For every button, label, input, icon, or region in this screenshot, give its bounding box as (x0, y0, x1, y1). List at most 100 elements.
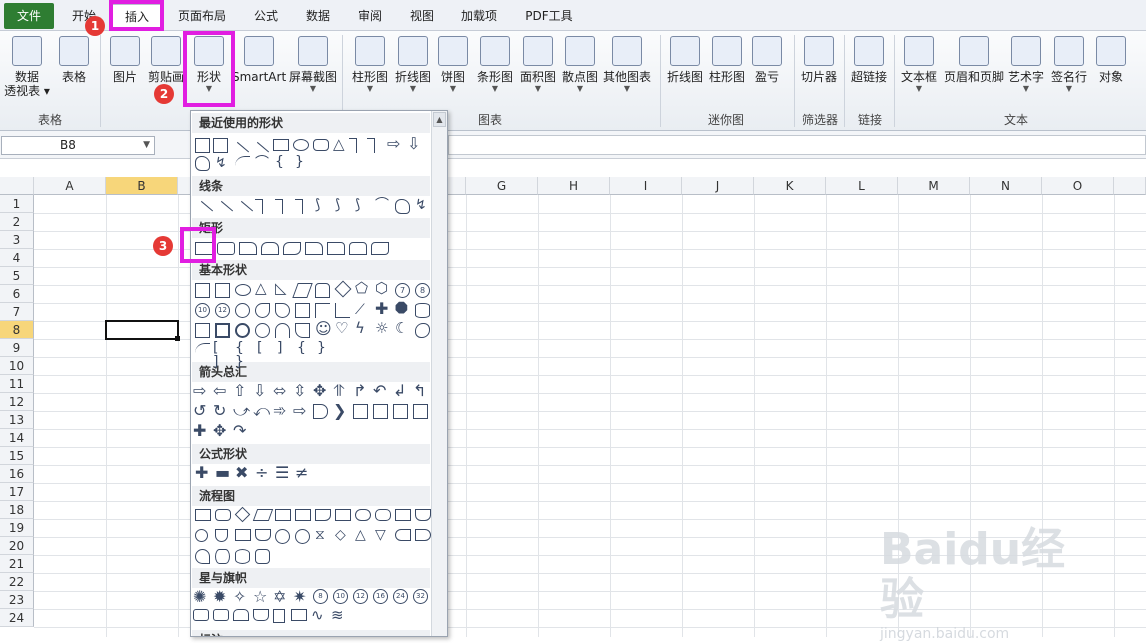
hyperlink-button[interactable]: 超链接 (848, 33, 890, 107)
pie-chart-button[interactable]: 饼图 ▼ (436, 33, 470, 107)
rectangle-shape-icon[interactable] (273, 139, 289, 151)
tab-data[interactable]: 数据 (296, 5, 340, 27)
scribble-shape-icon[interactable]: ↯ (415, 198, 430, 213)
quad-arrow-shape-icon[interactable]: ✥ (313, 383, 328, 399)
left-right-arrow-shape-icon[interactable]: ⬄ (273, 383, 288, 399)
object-button[interactable]: 对象 (1094, 33, 1128, 107)
down-arrow-callout-shape-icon[interactable] (373, 404, 388, 419)
curve-shape-icon[interactable]: ⌒ (375, 198, 390, 213)
curved-up-arrow-shape-icon[interactable]: ⤻ (233, 403, 250, 419)
curved-left-arrow-shape-icon[interactable]: ↻ (213, 403, 228, 419)
lightning-bolt-shape-icon[interactable]: ϟ (355, 321, 370, 336)
signature-button[interactable]: 签名行 ▼ (1048, 33, 1090, 107)
elbow-connector-shape-icon[interactable] (349, 138, 357, 153)
rounded-rectangle-shape-icon[interactable] (313, 139, 329, 151)
table-button[interactable]: 表格 (54, 33, 94, 107)
scatter-chart-button[interactable]: 散点图 ▼ (560, 33, 600, 107)
magnetic-disk-shape-icon[interactable] (215, 549, 230, 564)
multiply-shape-icon[interactable]: ✖ (235, 465, 250, 481)
other-charts-button[interactable]: 其他图表 ▼ (602, 33, 652, 107)
or-shape-icon[interactable] (295, 529, 310, 544)
circular-arrow-shape-icon[interactable]: ✥ (213, 423, 228, 439)
sort-shape-icon[interactable]: ◇ (335, 528, 350, 543)
bar-chart-button[interactable]: 条形图 ▼ (474, 33, 516, 107)
curved-right-arrow-shape-icon[interactable]: ↺ (193, 403, 208, 419)
extract-shape-icon[interactable]: △ (355, 528, 370, 543)
32-point-star-shape-icon[interactable]: 32 (413, 589, 428, 604)
right-bracket-shape-icon[interactable]: ] (277, 341, 292, 356)
text-box-shape-icon[interactable] (195, 138, 210, 153)
curved-arrow-connector-shape-icon[interactable]: ⟆ (335, 198, 350, 213)
tab-page-layout[interactable]: 页面布局 (170, 5, 234, 27)
notched-right-arrow-shape-icon[interactable]: ⇨ (293, 403, 308, 419)
dodecagon-shape-icon[interactable]: 12 (215, 303, 230, 318)
sparkline-column-button[interactable]: 柱形图 (706, 33, 748, 107)
quad-arrow-callout-shape-icon[interactable]: ✚ (193, 423, 208, 439)
24-point-star-shape-icon[interactable]: 24 (393, 589, 408, 604)
donut-shape-icon[interactable] (235, 323, 250, 338)
cloud-shape-icon[interactable] (195, 156, 210, 171)
double-wave-shape-icon[interactable]: ≋ (331, 608, 346, 623)
column-header[interactable]: I (610, 177, 682, 195)
round-same-side-rectangle-shape-icon[interactable] (349, 242, 367, 255)
16-point-star-shape-icon[interactable]: 16 (373, 589, 388, 604)
elbow-arrow-connector-shape-icon[interactable] (367, 138, 375, 153)
row-header[interactable]: 18 (0, 501, 34, 519)
row-header[interactable]: 19 (0, 519, 34, 537)
cube-shape-icon[interactable] (195, 323, 210, 338)
diagonal-stripe-shape-icon[interactable]: ⟋ (355, 303, 370, 318)
row-header[interactable]: 4 (0, 249, 34, 267)
manual-input-shape-icon[interactable] (395, 509, 411, 521)
7-point-star-shape-icon[interactable]: ✷ (293, 589, 308, 605)
tab-file[interactable]: 文件 (4, 3, 54, 29)
tab-addins[interactable]: 加载项 (452, 5, 506, 27)
data-shape-icon[interactable] (252, 509, 274, 521)
column-header[interactable]: M (898, 177, 970, 195)
row-header[interactable]: 21 (0, 555, 34, 573)
line-chart-button[interactable]: 折线图 ▼ (392, 33, 434, 107)
octagon-shape-icon[interactable]: 8 (415, 283, 430, 298)
text-box-shape-icon[interactable] (195, 283, 210, 298)
round-corner-rectangle-shape-icon[interactable] (327, 242, 345, 255)
row-header[interactable]: 16 (0, 465, 34, 483)
process-shape-icon[interactable] (195, 509, 211, 521)
textbox-button[interactable]: 文本框 ▼ (898, 33, 940, 107)
10-point-star-shape-icon[interactable]: 10 (333, 589, 348, 604)
connector-shape-icon[interactable] (195, 529, 208, 542)
circle-arrow-shape-icon[interactable]: ↷ (233, 423, 248, 439)
wordart-button[interactable]: 艺术字 ▼ (1006, 33, 1046, 107)
active-cell-b8[interactable] (105, 320, 179, 340)
fill-handle[interactable] (175, 336, 180, 341)
can-shape-icon[interactable] (415, 303, 430, 318)
tab-review[interactable]: 审阅 (348, 5, 392, 27)
up-arrow-shape-icon[interactable]: ⇧ (233, 383, 248, 399)
snip-diagonal-rectangle-shape-icon[interactable] (283, 242, 301, 255)
chord-shape-icon[interactable] (255, 303, 270, 318)
hexagon-shape-icon[interactable]: ⬡ (375, 281, 390, 296)
double-bracket-shape-icon[interactable]: [ ] (213, 341, 228, 369)
not-equal-shape-icon[interactable]: ≠ (295, 465, 310, 481)
screenshot-button[interactable]: 屏幕截图 ▼ (288, 33, 338, 107)
snip-round-rectangle-shape-icon[interactable] (305, 242, 323, 255)
rounded-rectangle-shape-icon[interactable] (217, 242, 235, 255)
off-page-connector-shape-icon[interactable] (215, 529, 228, 542)
parallelogram-shape-icon[interactable] (292, 283, 313, 298)
up-arrow-callout-shape-icon[interactable] (413, 404, 428, 419)
pentagon-shape-icon[interactable]: ⬠ (355, 281, 370, 296)
trapezoid-shape-icon[interactable] (315, 283, 330, 298)
elbow-double-arrow-shape-icon[interactable] (295, 199, 303, 214)
column-header[interactable]: N (970, 177, 1042, 195)
row-header[interactable]: 1 (0, 195, 34, 213)
collate-shape-icon[interactable]: ⧖ (315, 528, 330, 543)
teardrop-shape-icon[interactable] (275, 303, 290, 318)
left-bracket-shape-icon[interactable]: [ (257, 341, 272, 356)
curved-down-arrow-shape-icon[interactable]: ⤺ (253, 403, 270, 419)
plaque-shape-icon[interactable]: ⯃ (395, 301, 410, 317)
down-ribbon-shape-icon[interactable] (213, 609, 229, 621)
row-header[interactable]: 6 (0, 285, 34, 303)
card-shape-icon[interactable] (235, 529, 251, 541)
wave-shape-icon[interactable]: ∿ (311, 608, 326, 623)
bent-arrow-shape-icon[interactable]: ↱ (353, 383, 368, 399)
decision-shape-icon[interactable] (234, 506, 251, 523)
name-box[interactable]: B8 ▼ (1, 136, 155, 155)
